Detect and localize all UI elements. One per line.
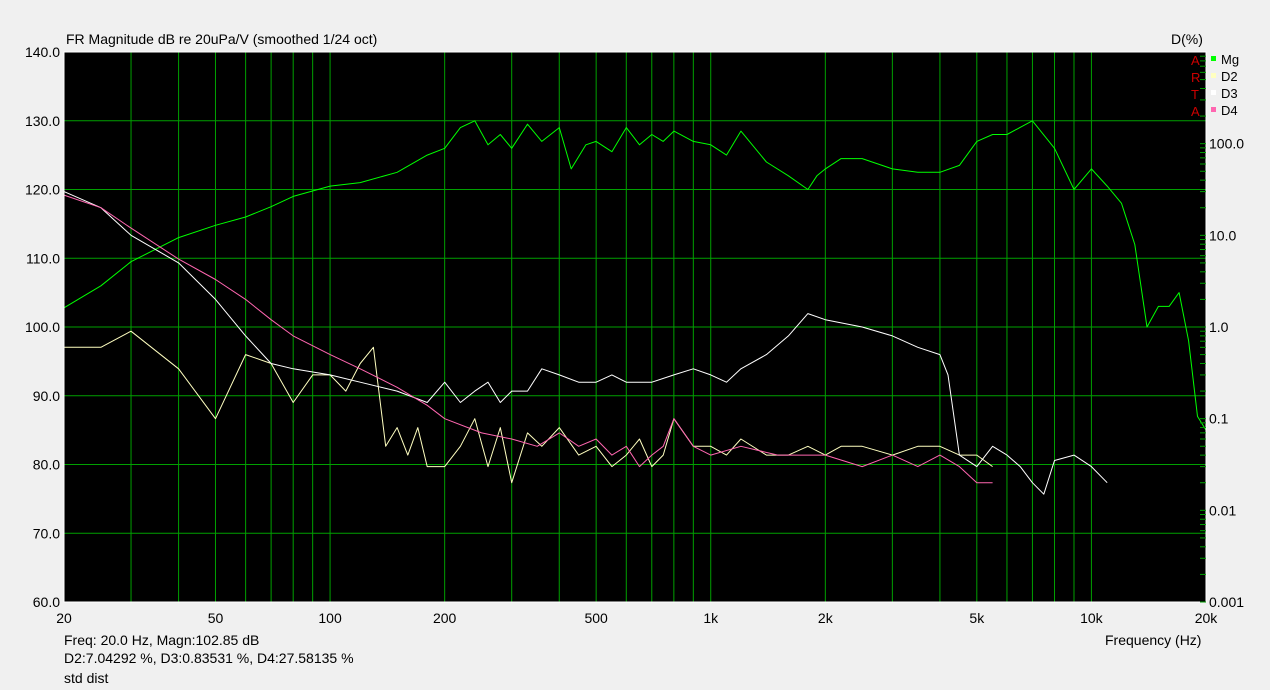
right-axis-title: D(%)	[1171, 31, 1203, 47]
x-tick-label: 10k	[1080, 610, 1104, 626]
legend-swatch-d3	[1211, 90, 1216, 95]
x-tick-labels: 20 50 100 200 500 1k 2k 5k 10k 20k	[56, 610, 1218, 626]
y-tick-label: 80.0	[33, 457, 60, 473]
watermark-letter: T	[1191, 87, 1199, 102]
x-tick-label: 20k	[1195, 610, 1219, 626]
y-tick-label: 130.0	[25, 113, 60, 129]
y2-tick-label: 10.0	[1209, 227, 1236, 243]
y-tick-label: 90.0	[33, 388, 60, 404]
x-tick-label: 5k	[969, 610, 985, 626]
y2-tick-label: 100.0	[1209, 136, 1244, 152]
watermark-letter: R	[1191, 70, 1200, 85]
cursor-readout: Freq: 20.0 Hz, Magn:102.85 dB	[64, 632, 260, 648]
y2-tick-label: 0.1	[1209, 411, 1229, 427]
distortion-mode: std dist	[64, 670, 109, 686]
y-tick-label: 120.0	[25, 182, 60, 198]
y-tick-label: 70.0	[33, 525, 60, 541]
legend-label-mg: Mg	[1221, 52, 1239, 67]
legend-label-d2: D2	[1221, 69, 1238, 84]
x-tick-label: 100	[318, 610, 342, 626]
frequency-response-chart: 20 50 100 200 500 1k 2k 5k 10k 20k 60.0 70.0 80.0 90…	[25, 44, 1244, 626]
watermark-letter: A	[1191, 104, 1200, 119]
legend-swatch-mg	[1211, 56, 1216, 61]
y-tick-label: 100.0	[25, 319, 60, 335]
y-tick-label: 60.0	[33, 594, 60, 610]
x-axis-title: Frequency (Hz)	[1105, 632, 1202, 648]
y-tick-label: 110.0	[26, 250, 60, 266]
y-tick-label: 140.0	[25, 44, 60, 60]
x-tick-label: 50	[208, 610, 224, 626]
y2-tick-label: 0.001	[1209, 594, 1244, 610]
x-tick-label: 20	[56, 610, 72, 626]
x-tick-label: 200	[433, 610, 457, 626]
chart-title: FR Magnitude dB re 20uPa/V (smoothed 1/2…	[66, 31, 378, 47]
x-tick-label: 1k	[703, 610, 719, 626]
distortion-readout: D2:7.04292 %, D3:0.83531 %, D4:27.58135 …	[64, 650, 354, 666]
legend: Mg D2 D3 D4	[1211, 52, 1239, 118]
y2-tick-label: 1.0	[1209, 319, 1229, 335]
y2-tick-labels: 0.001 0.01 0.1 1.0 10.0 100.0	[1200, 55, 1244, 610]
x-tick-label: 500	[584, 610, 608, 626]
x-tick-label: 2k	[818, 610, 834, 626]
legend-swatch-d4	[1211, 107, 1216, 112]
legend-swatch-d2	[1211, 73, 1216, 78]
y-tick-labels: 60.0 70.0 80.0 90.0 100.0 110.0 120.0 130.0 140.…	[25, 44, 60, 610]
legend-label-d4: D4	[1221, 103, 1238, 118]
watermark-letter: A	[1191, 53, 1200, 68]
y2-tick-label: 0.01	[1209, 502, 1236, 518]
legend-label-d3: D3	[1221, 86, 1238, 101]
